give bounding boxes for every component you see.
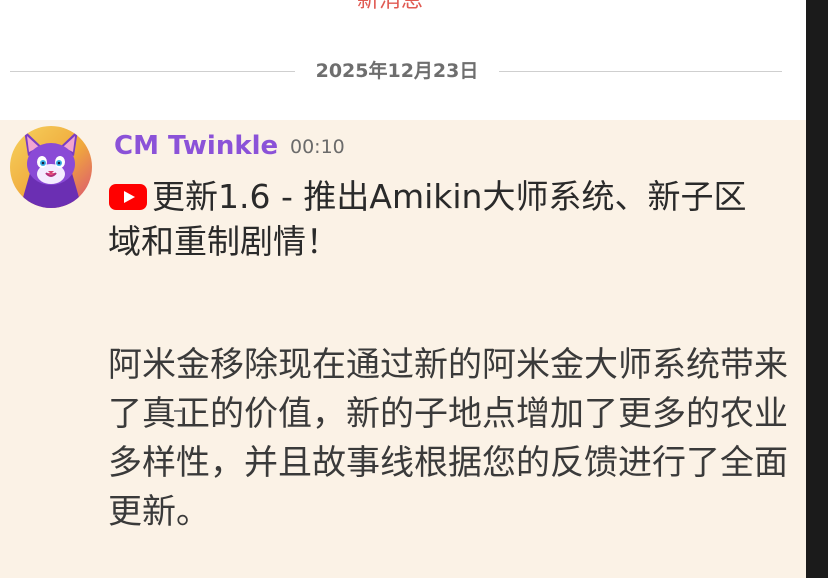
cat-avatar-icon [10,126,92,208]
new-messages-banner: 新消息 [356,0,423,13]
screen-edge [806,0,828,578]
message-title-text: 更新1.6 - 推出Amikin大师系统、新子区域和重制剧情！ [108,177,747,261]
youtube-icon [108,177,148,210]
message-timestamp: 00:10 [290,136,345,158]
date-divider: 2025年12月23日 [10,56,782,86]
avatar[interactable] [10,126,92,208]
date-label: 2025年12月23日 [315,60,479,82]
message-body: 阿米金移除现在通过新的阿米金大师系统带来了真正的价值，新的子地点增加了更多的农业… [108,345,788,532]
divider-line-right [499,71,782,72]
message-author[interactable]: CM Twinkle [114,128,278,164]
message-title: 更新1.6 - 推出Amikin大师系统、新子区域和重制剧情！ [108,174,748,264]
chat-message: CM Twinkle 00:10 更新1.6 - 推出Amikin大师系统、新子… [0,120,806,578]
divider-line-left [10,71,295,72]
